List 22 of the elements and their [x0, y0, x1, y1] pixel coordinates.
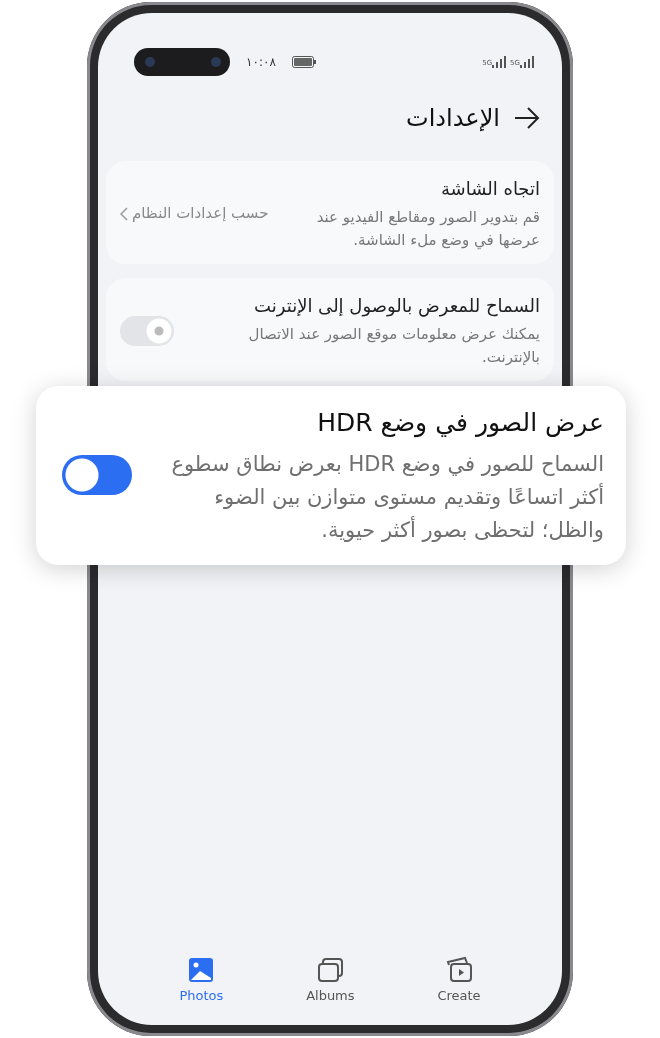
play-frame-icon	[445, 955, 473, 984]
toggle-switch[interactable]	[120, 315, 174, 346]
setting-description: قم بتدوير الصور ومقاطع الفيديو عند عرضها في وضع ملء الشاشة.	[315, 207, 540, 252]
chevron-icon	[120, 206, 128, 221]
setting-description: يمكنك عرض معلومات موقع الصور عند الاتصال بالإنترنت.	[247, 324, 540, 368]
setting-description: السماح للصور في وضع HDR بعرض نطاق سطوع أكثر اتساعًا وتقديم مستوى متوازن بين الضوء والظل؛ لتحظى بصور أكثر حيوية.	[170, 450, 604, 544]
toggle-switch[interactable]	[62, 455, 132, 496]
stacked-frames-icon	[316, 955, 345, 984]
camera-icon	[134, 48, 230, 76]
nav-tab[interactable]: Create	[437, 955, 481, 1005]
page-title: الإعدادات	[406, 103, 500, 133]
nav-tab[interactable]: Albums	[306, 955, 355, 1005]
setting-title: عرض الصور في وضع HDR	[316, 407, 604, 440]
status-time: ١٠:٠٨	[246, 54, 276, 71]
signal-icon	[492, 56, 507, 68]
back-arrow-icon[interactable]	[514, 107, 540, 129]
picture-icon	[187, 955, 216, 984]
nav-tab[interactable]: Photos	[179, 955, 224, 1005]
signal-icon	[520, 56, 534, 68]
setting-title: اتجاه الشاشة	[439, 177, 540, 201]
setting-title: السماح للمعرض بالوصول إلى الإنترنت	[253, 294, 540, 319]
battery-icon	[291, 56, 316, 68]
